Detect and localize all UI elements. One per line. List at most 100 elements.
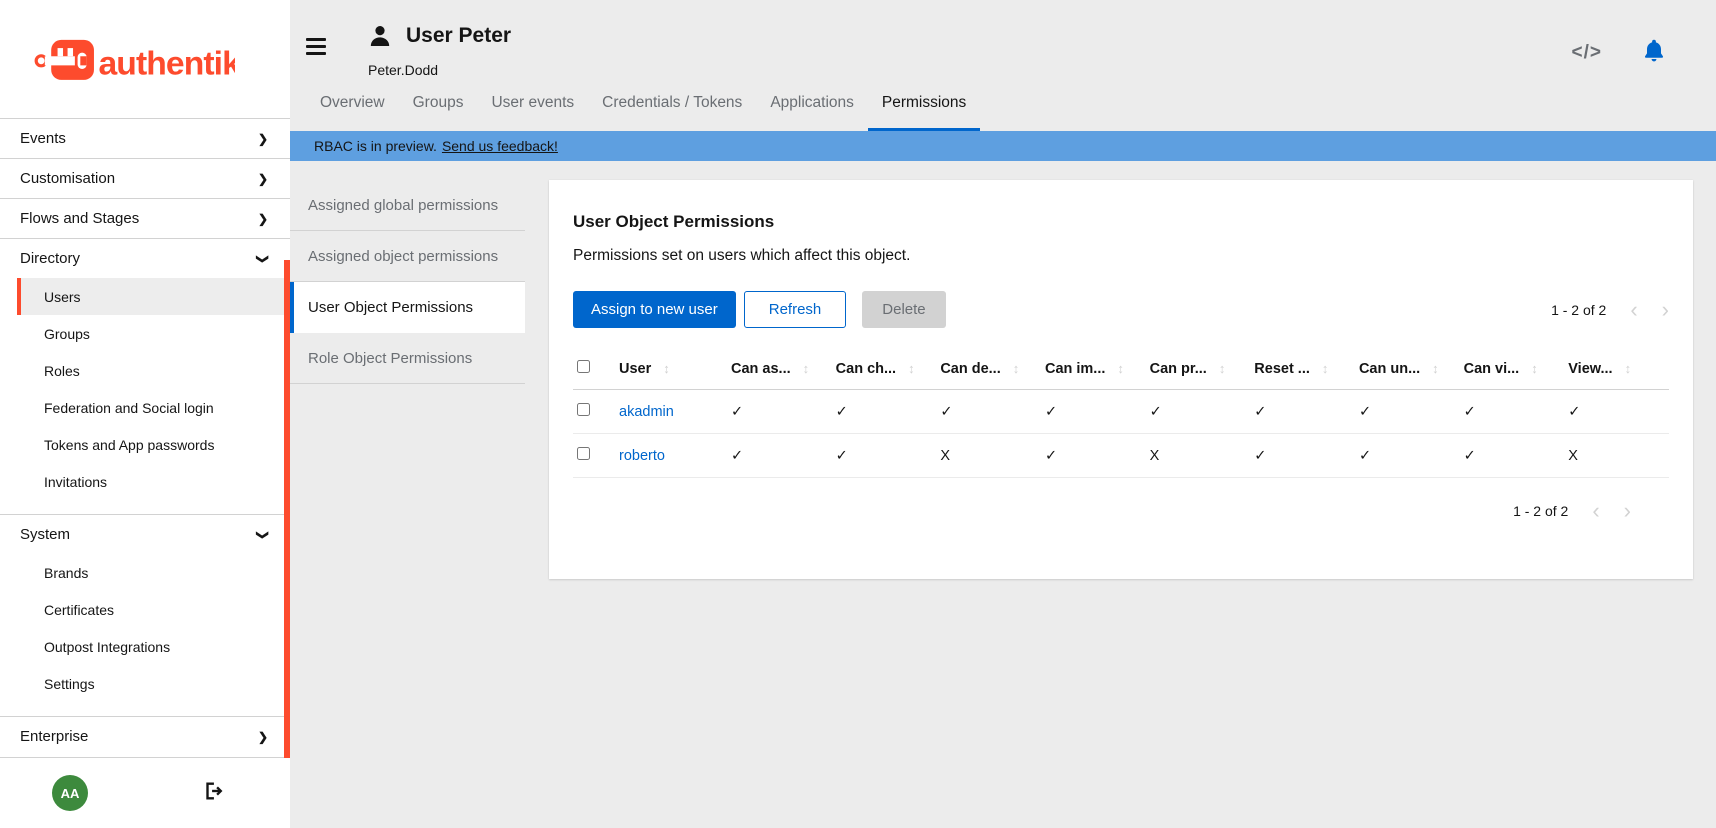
sidebar-item-system[interactable]: System❯ xyxy=(0,514,290,554)
sidebar-item-outpost-integrations[interactable]: Outpost Integrations xyxy=(17,628,290,665)
row-checkbox[interactable] xyxy=(577,447,590,460)
sidebar-nav: Events❯Customisation❯Flows and Stages❯Di… xyxy=(0,118,290,757)
sidebar-item-certificates[interactable]: Certificates xyxy=(17,591,290,628)
permission-mark: X xyxy=(936,434,1041,478)
column-header-can-ch: Can ch... ↕ xyxy=(832,350,937,390)
sidebar-item-directory[interactable]: Directory❯ xyxy=(0,238,290,278)
refresh-button[interactable]: Refresh xyxy=(744,291,847,328)
column-label: Can pr... xyxy=(1150,361,1207,377)
tab-permissions[interactable]: Permissions xyxy=(868,94,980,131)
column-header-view: View...↕ xyxy=(1564,350,1669,390)
sidebar-sublist: UsersGroupsRolesFederation and Social lo… xyxy=(0,278,290,514)
previous-page-icon[interactable]: ‹ xyxy=(1592,500,1599,522)
permission-tab-role-object-permissions[interactable]: Role Object Permissions xyxy=(290,333,525,384)
assign-to-new-user-button[interactable]: Assign to new user xyxy=(573,291,736,328)
sidebar-item-tokens-and-app-passwords[interactable]: Tokens and App passwords xyxy=(17,426,290,463)
permission-mark: X xyxy=(1146,434,1251,478)
sidebar-item-customisation[interactable]: Customisation❯ xyxy=(0,158,290,198)
sort-icon[interactable]: ↕ xyxy=(1219,361,1226,376)
sort-icon[interactable]: ↕ xyxy=(663,361,670,376)
user-link-akadmin[interactable]: akadmin xyxy=(619,404,674,420)
sort-icon[interactable]: ↕ xyxy=(803,361,810,376)
chevron-down-icon: ❯ xyxy=(256,529,270,539)
sidebar-item-flows-and-stages[interactable]: Flows and Stages❯ xyxy=(0,198,290,238)
column-label: Can ch... xyxy=(836,361,896,377)
sidebar-item-label: Directory xyxy=(20,250,80,267)
pagination-label: 1 - 2 of 2 xyxy=(1551,302,1606,318)
row-checkbox[interactable] xyxy=(577,403,590,416)
chevron-right-icon: ❯ xyxy=(258,132,268,146)
sidebar-item-brands[interactable]: Brands xyxy=(17,554,290,591)
permissions-table: User↕Can as...↕Can ch...↕Can de...↕Can i… xyxy=(573,350,1669,478)
avatar[interactable]: AA xyxy=(52,775,88,811)
sidebar-sublist: BrandsCertificatesOutpost IntegrationsSe… xyxy=(0,554,290,716)
user-link-roberto[interactable]: roberto xyxy=(619,448,665,464)
permission-mark: ✓ xyxy=(1355,390,1460,434)
permission-mark: ✓ xyxy=(727,434,832,478)
permission-mark: ✓ xyxy=(1250,434,1355,478)
permission-mark: ✓ xyxy=(1564,390,1669,434)
permission-tab-assigned-object-permissions[interactable]: Assigned object permissions xyxy=(290,231,525,282)
sort-icon[interactable]: ↕ xyxy=(1013,361,1020,376)
banner-text: RBAC is in preview. xyxy=(314,138,437,154)
sidebar-item-settings[interactable]: Settings xyxy=(17,665,290,702)
sidebar-item-events[interactable]: Events❯ xyxy=(0,118,290,158)
permission-mark: ✓ xyxy=(1146,390,1251,434)
tab-credentials-tokens[interactable]: Credentials / Tokens xyxy=(588,94,756,131)
pagination-top: 1 - 2 of 2 ‹ › xyxy=(1551,299,1669,321)
permission-mark: ✓ xyxy=(832,434,937,478)
permission-tab-assigned-global-permissions[interactable]: Assigned global permissions xyxy=(290,180,525,231)
permission-mark: ✓ xyxy=(1460,390,1565,434)
permission-mark: ✓ xyxy=(1355,434,1460,478)
sidebar-item-enterprise[interactable]: Enterprise❯ xyxy=(0,716,290,756)
tab-applications[interactable]: Applications xyxy=(756,94,868,131)
column-label: Reset ... xyxy=(1254,361,1310,377)
feedback-link[interactable]: Send us feedback! xyxy=(442,138,558,154)
tab-groups[interactable]: Groups xyxy=(399,94,478,131)
hamburger-menu-icon[interactable] xyxy=(306,38,326,78)
toolbar: Assign to new user Refresh Delete 1 - 2 … xyxy=(573,291,1669,328)
sort-icon[interactable]: ↕ xyxy=(908,361,915,376)
sidebar-item-groups[interactable]: Groups xyxy=(17,315,290,352)
user-object-permissions-panel: User Object Permissions Permissions set … xyxy=(549,180,1693,579)
next-page-icon[interactable]: › xyxy=(1662,299,1669,321)
previous-page-icon[interactable]: ‹ xyxy=(1630,299,1637,321)
permission-mark: X xyxy=(1564,434,1669,478)
sort-icon[interactable]: ↕ xyxy=(1432,361,1439,376)
permission-tab-list: Assigned global permissionsAssigned obje… xyxy=(290,180,525,384)
column-header-can-im: Can im...↕ xyxy=(1041,350,1146,390)
sidebar-user-area: AA xyxy=(0,757,290,828)
column-label: Can vi... xyxy=(1464,361,1520,377)
sidebar-item-roles[interactable]: Roles xyxy=(17,352,290,389)
permission-mark: ✓ xyxy=(1250,390,1355,434)
permission-mark: ✓ xyxy=(1041,434,1146,478)
sort-icon[interactable]: ↕ xyxy=(1322,361,1329,376)
column-header-can-as: Can as...↕ xyxy=(727,350,832,390)
next-page-icon[interactable]: › xyxy=(1624,500,1631,522)
api-code-icon[interactable]: </> xyxy=(1572,42,1602,64)
column-header-can-de: Can de...↕ xyxy=(936,350,1041,390)
sort-icon[interactable]: ↕ xyxy=(1531,361,1538,376)
permission-tab-user-object-permissions[interactable]: User Object Permissions xyxy=(290,282,525,333)
sidebar-item-users[interactable]: Users xyxy=(17,278,290,315)
sidebar-item-federation-and-social-login[interactable]: Federation and Social login xyxy=(17,389,290,426)
authentik-logo-icon: authentik xyxy=(33,30,235,88)
sign-out-icon[interactable] xyxy=(202,780,224,807)
sidebar-scrollbar[interactable] xyxy=(284,260,290,758)
notification-bell-icon[interactable] xyxy=(1642,38,1666,67)
permission-mark: ✓ xyxy=(832,390,937,434)
sort-icon[interactable]: ↕ xyxy=(1625,361,1632,376)
tab-overview[interactable]: Overview xyxy=(306,94,399,131)
sort-icon[interactable]: ↕ xyxy=(1117,361,1124,376)
panel-description: Permissions set on users which affect th… xyxy=(573,247,1669,265)
sidebar-item-invitations[interactable]: Invitations xyxy=(17,463,290,500)
sidebar-item-label: Enterprise xyxy=(20,728,88,745)
authentik-logo[interactable]: authentik xyxy=(0,0,290,118)
tab-user-events[interactable]: User events xyxy=(477,94,588,131)
select-all-checkbox[interactable] xyxy=(577,360,590,373)
column-header-user: User↕ xyxy=(615,350,727,390)
page-title: User Peter xyxy=(406,24,511,48)
chevron-right-icon: ❯ xyxy=(258,172,268,186)
permission-mark: ✓ xyxy=(727,390,832,434)
delete-button[interactable]: Delete xyxy=(862,291,945,328)
